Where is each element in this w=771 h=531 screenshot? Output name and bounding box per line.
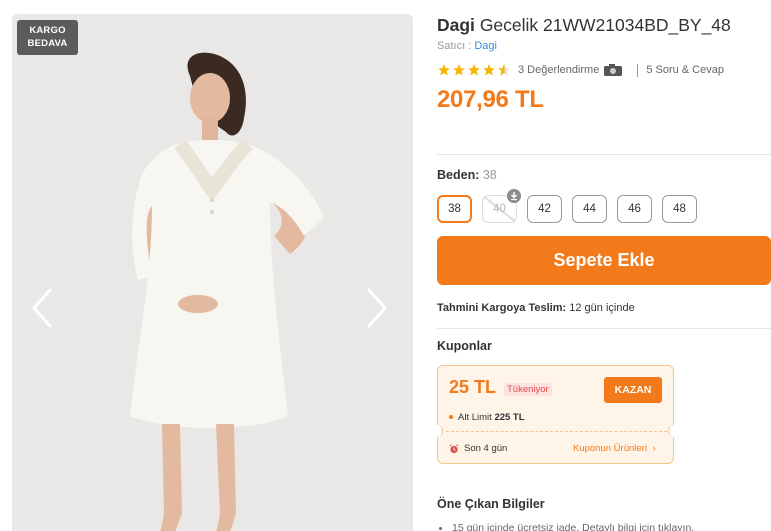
rating-row: 3 Değerlendirme 5 Soru & Cevap [437,62,724,78]
features-title: Öne Çıkan Bilgiler [437,497,545,511]
product-price: 207,96 TL [437,86,544,113]
product-info-panel: Dagi Gecelik 21WW21034BD_BY_48 Satıcı : … [431,0,771,531]
size-label-text: Beden: [437,168,480,182]
star-full-icon [453,64,465,76]
product-name: Gecelik 21WW21034BD_BY_48 [479,15,731,35]
coupon-card: 25 TL Tükeniyor KAZAN Alt Limit 225 TL S… [431,365,680,464]
features-item[interactable]: 15 gün içinde ücretsiz iade. Detaylı bil… [439,522,694,531]
delivery-label: Tahmini Kargoya Teslim: [437,302,567,314]
star-full-icon [468,64,480,76]
questions-link[interactable]: 5 Soru & Cevap [646,64,724,76]
coupon-divider [446,431,667,432]
rating-stars [437,63,511,77]
star-full-icon [483,64,495,76]
coupon-expiry: Son 4 gün [449,443,507,454]
chevron-right-icon[interactable] [363,286,391,330]
seller-link[interactable]: Dagi [474,40,497,52]
add-to-cart-button[interactable]: Sepete Ekle [437,236,771,285]
seller-line: Satıcı : Dagi [437,40,497,52]
size-option-40-label: 40 [493,203,506,215]
size-option-48[interactable]: 48 [662,195,697,223]
coupon-products-link[interactable]: Kuponun Ürünleri › [573,443,656,454]
star-half-icon [498,64,510,76]
divider [437,328,771,329]
chevron-left-icon[interactable] [28,286,56,330]
coupon-products-link-label: Kuponun Ürünleri [573,443,647,454]
product-photo [12,14,413,531]
free-shipping-badge: KARGO BEDAVA [17,20,78,55]
alarm-clock-icon [449,443,459,453]
size-option-42[interactable]: 42 [527,195,562,223]
delivery-estimate: Tahmini Kargoya Teslim: 12 gün içinde [437,302,635,314]
delivery-value: 12 gün içinde [569,302,635,314]
camera-icon [604,64,623,76]
coupon-limit-value: 225 TL [494,412,525,423]
selected-size-value: 38 [482,168,497,182]
bullet-icon [449,415,453,420]
seller-label: Satıcı : [437,40,472,52]
size-option-46[interactable]: 46 [617,195,652,223]
coupon-notch [431,425,443,437]
badge-line-1: KARGO [29,25,66,36]
badge-line-2: BEDAVA [27,38,68,49]
size-option-40[interactable]: 40 [482,189,521,223]
star-full-icon [438,64,450,76]
coupon-expiry-text: Son 4 gün [464,443,508,454]
rating-separator [637,63,639,77]
chevron-right-icon: › [652,443,656,454]
reviews-count-link[interactable]: 3 Değerlendirme [518,64,599,76]
coupon-limit: Alt Limit 225 TL [449,412,525,423]
coupon-status-badge: Tükeniyor [504,383,552,396]
size-option-44[interactable]: 44 [572,195,607,223]
coupon-limit-label: Alt Limit [458,412,492,423]
bullet-icon [439,526,442,530]
coupon-notch [668,425,680,437]
product-brand[interactable]: Dagi [437,15,475,35]
notify-download-icon [507,189,521,203]
claim-coupon-button[interactable]: KAZAN [604,377,662,403]
coupons-title: Kuponlar [437,339,492,353]
product-image-gallery[interactable]: KARGO BEDAVA [12,14,413,531]
features-item-text: 15 gün içinde ücretsiz iade. Detaylı bil… [452,522,695,531]
product-title: Dagi Gecelik 21WW21034BD_BY_48 [437,15,731,36]
size-option-38[interactable]: 38 [437,195,472,223]
size-options: 38 40 42 44 46 48 [437,189,697,223]
coupon-amount: 25 TL [449,377,497,397]
size-label: Beden: 38 [437,168,497,182]
divider [437,154,771,155]
